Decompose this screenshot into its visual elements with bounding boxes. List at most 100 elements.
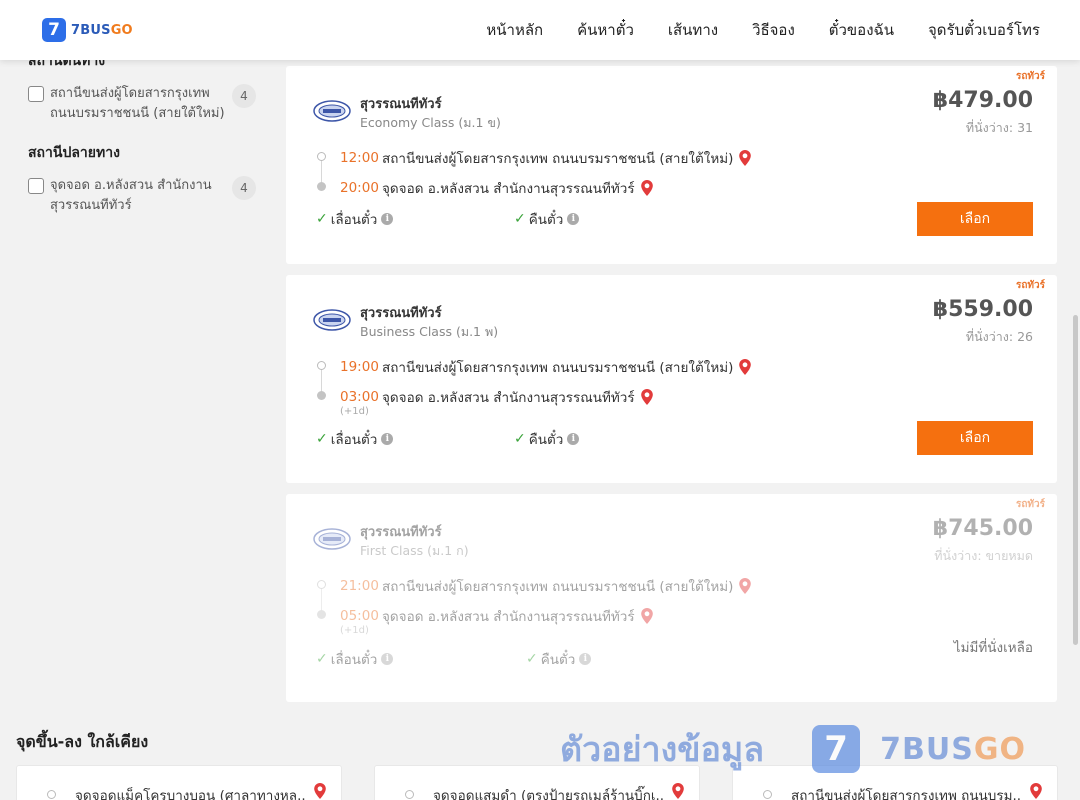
brand-logo[interactable]: 7 7BUSGO (42, 18, 133, 42)
nearby-stop-name: จุดจอดแสมดำ (ตรงป้ายรถเมล์ร้านบิ๊กเ... (433, 788, 663, 800)
nav-home[interactable]: หน้าหลัก (486, 18, 543, 42)
destination-checkbox[interactable] (28, 178, 44, 194)
stop-dot (47, 790, 56, 799)
ticket-price: ฿479.00 (932, 88, 1033, 113)
destination-filter-option[interactable]: จุดจอด อ.หลังสวน สำนักงานสุวรรณนทีทัวร์ … (28, 176, 258, 216)
trip-card: รถทัวร์ สุวรรณนทีทัวร์ Economy Class (ม.… (286, 66, 1057, 264)
arrival-stop: 03:00 จุดจอด อ.หลังสวน สำนักงานสุวรรณนที… (340, 386, 654, 408)
departure-stop: 12:00 สถานีขนส่งผู้โดยสารกรุงเทพ ถนนบรมร… (340, 147, 752, 169)
operator-name: สุวรรณนทีทัวร์ (360, 97, 442, 112)
feature-label: เลื่อนตั๋ว (330, 652, 378, 668)
scrollbar-thumb[interactable] (1073, 315, 1078, 645)
departure-stop: 19:00 สถานีขนส่งผู้โดยสารกรุงเทพ ถนนบรมร… (340, 356, 752, 378)
origin-filter-option[interactable]: สถานีขนส่งผู้โดยสารกรุงเทพ ถนนบรมราชชนนี… (28, 84, 258, 124)
arrival-time: 05:00 (340, 608, 379, 624)
arrival-station: จุดจอด อ.หลังสวน สำนักงานสุวรรณนทีทัวร์ (382, 609, 635, 625)
ticket-price: ฿745.00 (932, 516, 1033, 541)
departure-station: สถานีขนส่งผู้โดยสารกรุงเทพ ถนนบรมราชชนนี… (382, 151, 734, 167)
origin-checkbox[interactable] (28, 86, 44, 102)
arrival-station: จุดจอด อ.หลังสวน สำนักงานสุวรรณนทีทัวร์ (382, 390, 635, 406)
feature-refund-ticket: ✓ คืนตั๋ว i (514, 208, 580, 230)
select-trip-button[interactable]: เลือก (917, 202, 1033, 236)
bus-class: First Class (ม.1 ก) (360, 543, 469, 558)
map-pin-icon[interactable] (640, 179, 654, 197)
seats-available: ที่นั่งว่าง: 31 (965, 120, 1033, 135)
departure-station: สถานีขนส่งผู้โดยสารกรุงเทพ ถนนบรมราชชนนี… (382, 360, 734, 376)
main-nav: หน้าหลัก ค้นหาตั๋ว เส้นทาง วิธีจอง ตั๋วข… (452, 0, 1040, 60)
nearby-stop-card[interactable]: จุดจอดแม็คโครบางบอน (ศาลาทางหล... (16, 765, 342, 800)
operator-logo-icon (313, 100, 351, 122)
nearby-stop-card[interactable]: จุดจอดแสมดำ (ตรงป้ายรถเมล์ร้านบิ๊กเ... (374, 765, 700, 800)
trip-type-tag: รถทัวร์ (1015, 71, 1045, 82)
nav-how-to-book[interactable]: วิธีจอง (752, 18, 795, 42)
map-pin-icon[interactable] (738, 577, 752, 595)
nav-search-ticket[interactable]: ค้นหาตั๋ว (577, 18, 634, 42)
feature-change-ticket: ✓ เลื่อนตั๋ว i (316, 648, 394, 670)
feature-label: เลื่อนตั๋ว (330, 212, 378, 228)
operator-logo-icon (313, 309, 351, 331)
feature-refund-ticket: ✓ คืนตั๋ว i (514, 428, 580, 450)
map-pin-icon[interactable] (738, 358, 752, 376)
nearby-stop-name: จุดจอดแม็คโครบางบอน (ศาลาทางหล... (75, 788, 305, 800)
info-icon[interactable]: i (567, 433, 580, 445)
departure-station: สถานีขนส่งผู้โดยสารกรุงเทพ ถนนบรมราชชนนี… (382, 579, 734, 595)
stop-dot (763, 790, 772, 799)
check-icon: ✓ (526, 651, 538, 667)
destination-option-count: 4 (232, 176, 256, 200)
feature-label: คืนตั๋ว (540, 652, 576, 668)
feature-label: เลื่อนตั๋ว (330, 432, 378, 448)
watermark-brand: 7BUSGO (880, 731, 1026, 767)
departure-dot (317, 152, 326, 161)
next-day-indicator: (+1d) (340, 625, 369, 636)
select-trip-button[interactable]: เลือก (917, 421, 1033, 455)
logo-mark: 7 (42, 18, 66, 42)
trip-timeline: 21:00 สถานีขนส่งผู้โดยสารกรุงเทพ ถนนบรมร… (316, 576, 776, 640)
bus-class: Business Class (ม.1 พ) (360, 324, 499, 339)
nav-routes[interactable]: เส้นทาง (668, 18, 718, 42)
departure-time: 12:00 (340, 150, 379, 166)
next-day-indicator: (+1d) (340, 406, 369, 417)
logo-text: 7BUSGO (71, 22, 133, 38)
nav-ticket-pickup-points[interactable]: จุดรับตั๋วเบอร์โทร (928, 18, 1040, 42)
departure-dot (317, 361, 326, 370)
check-icon: ✓ (316, 431, 328, 447)
map-pin-icon[interactable] (671, 782, 685, 800)
map-pin-icon[interactable] (313, 782, 327, 800)
feature-change-ticket: ✓ เลื่อนตั๋ว i (316, 208, 394, 230)
bus-class: Economy Class (ม.1 ข) (360, 115, 501, 130)
info-icon[interactable]: i (567, 213, 580, 225)
map-pin-icon[interactable] (738, 149, 752, 167)
ticket-price: ฿559.00 (932, 297, 1033, 322)
top-header: 7 7BUSGO หน้าหลัก ค้นหาตั๋ว เส้นทาง วิธี… (0, 0, 1080, 60)
arrival-time: 03:00 (340, 389, 379, 405)
trip-type-tag: รถทัวร์ (1015, 280, 1045, 291)
departure-time: 21:00 (340, 578, 379, 594)
page-scrollbar[interactable] (1070, 60, 1080, 800)
origin-option-label: สถานีขนส่งผู้โดยสารกรุงเทพ ถนนบรมราชชนนี… (50, 86, 225, 121)
departure-time: 19:00 (340, 359, 379, 375)
info-icon[interactable]: i (381, 653, 394, 665)
nav-my-tickets[interactable]: ตั๋วของฉัน (829, 18, 894, 42)
arrival-stop: 05:00 จุดจอด อ.หลังสวน สำนักงานสุวรรณนที… (340, 605, 654, 627)
arrival-dot (317, 391, 326, 400)
info-icon[interactable]: i (579, 653, 592, 665)
trip-type-tag: รถทัวร์ (1015, 499, 1045, 510)
stop-dot (405, 790, 414, 799)
map-pin-icon[interactable] (640, 607, 654, 625)
map-pin-icon[interactable] (1029, 782, 1043, 800)
info-icon[interactable]: i (381, 213, 394, 225)
map-pin-icon[interactable] (640, 388, 654, 406)
nearby-stop-card[interactable]: สถานีขนส่งผู้โดยสารกรุงเทพ ถนนบรม... (732, 765, 1058, 800)
operator-logo-icon (313, 528, 351, 550)
trip-card-sold-out: รถทัวร์ สุวรรณนทีทัวร์ First Class (ม.1 … (286, 494, 1057, 702)
operator-name: สุวรรณนทีทัวร์ (360, 525, 442, 540)
departure-dot (317, 580, 326, 589)
filter-sidebar: สถานีต้นทาง สถานีขนส่งผู้โดยสารกรุงเทพ ถ… (28, 50, 258, 238)
info-icon[interactable]: i (381, 433, 394, 445)
feature-refund-ticket: ✓ คืนตั๋ว i (526, 648, 592, 670)
trip-timeline: 19:00 สถานีขนส่งผู้โดยสารกรุงเทพ ถนนบรมร… (316, 357, 776, 421)
destination-option-label: จุดจอด อ.หลังสวน สำนักงานสุวรรณนทีทัวร์ (50, 178, 212, 213)
trip-timeline: 12:00 สถานีขนส่งผู้โดยสารกรุงเทพ ถนนบรมร… (316, 148, 776, 212)
feature-change-ticket: ✓ เลื่อนตั๋ว i (316, 428, 394, 450)
seats-available: ที่นั่งว่าง: 26 (965, 329, 1033, 344)
